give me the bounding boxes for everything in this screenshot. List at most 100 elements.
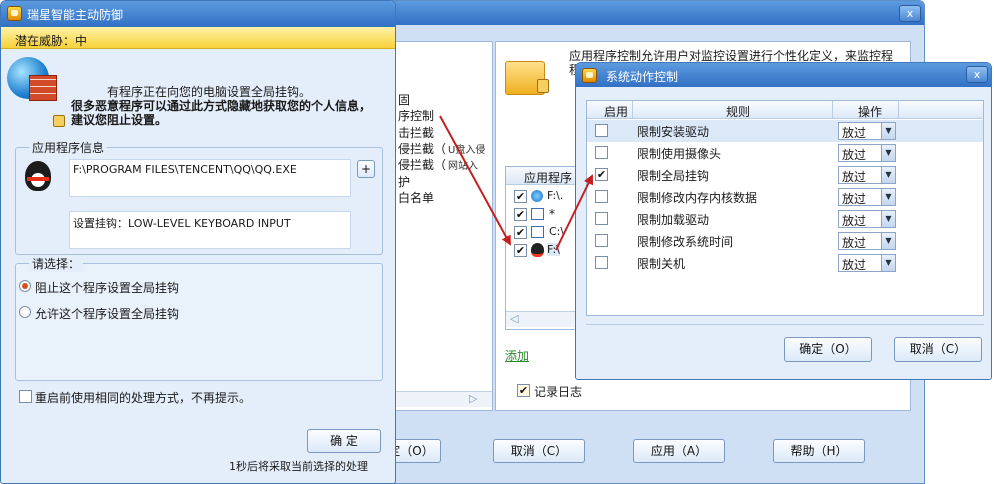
rule-row[interactable]: 限制关机 放过 ▼	[587, 252, 983, 274]
log-label: 记录日志	[534, 385, 583, 399]
tree-item-5[interactable]: 侵拦截（	[398, 156, 446, 173]
tree-hscrollbar[interactable]	[396, 391, 492, 407]
remember-label[interactable]: 重启前使用相同的处理方式，不再提示。	[35, 389, 251, 406]
app-row-1-checkbox[interactable]: ✔	[514, 190, 527, 203]
tree-item-3[interactable]: 击拦截	[398, 124, 434, 141]
allow-option-radio[interactable]	[19, 306, 31, 318]
scroll-left-icon[interactable]: ◁	[510, 312, 518, 325]
tree-item-1[interactable]: 固	[398, 91, 410, 108]
rule-enabled-checkbox[interactable]	[595, 124, 608, 137]
expand-button[interactable]: +	[357, 160, 375, 178]
tree-item-6[interactable]: 护	[398, 173, 410, 190]
program-path: F:\PROGRAM FILES\TENCENT\QQ\QQ.EXE	[73, 163, 297, 176]
tree-item-7[interactable]: 白名单	[398, 189, 434, 206]
main-titlebar	[381, 1, 924, 25]
rule-action-value: 放过	[842, 214, 867, 228]
block-option-radio[interactable]	[19, 280, 31, 292]
dropdown-arrow-icon[interactable]: ▼	[881, 255, 895, 271]
alert-window: 瑞星智能主动防御 潜在威胁：中 有程序正在向您的电脑设置全局挂钩。 很多恶意程序…	[0, 0, 396, 484]
rising-logo-icon	[7, 6, 22, 21]
rule-enabled-checkbox[interactable]	[595, 146, 608, 159]
alert-message-2: 很多恶意程序可以通过此方式隐藏地获取您的个人信息，建议您阻止设置。	[71, 99, 372, 127]
dialog-cancel-button[interactable]: 取消（C）	[894, 337, 982, 362]
col-enabled: 启用	[604, 105, 629, 119]
alert-title: 瑞星智能主动防御	[27, 8, 124, 22]
rule-name: 限制修改内存内核数据	[637, 191, 758, 205]
app-row-4-checkbox[interactable]: ✔	[514, 244, 527, 257]
dialog-divider	[586, 324, 984, 325]
col-action: 操作	[858, 105, 883, 119]
rule-enabled-checkbox[interactable]	[595, 212, 608, 225]
dialog-ok-button[interactable]: 确定（O）	[784, 337, 872, 362]
threat-level: 潜在威胁：中	[15, 34, 88, 48]
rule-action-value: 放过	[842, 148, 867, 162]
rule-action-select[interactable]: 放过 ▼	[838, 210, 896, 228]
rule-action-value: 放过	[842, 126, 867, 140]
add-link[interactable]: 添加	[505, 347, 529, 364]
rule-row[interactable]: 限制修改系统时间 放过 ▼	[587, 230, 983, 252]
header-divider	[898, 101, 899, 119]
rule-action-value: 放过	[842, 258, 867, 272]
main-apply-button[interactable]: 应用（A）	[633, 439, 725, 463]
rule-enabled-checkbox[interactable]	[595, 234, 608, 247]
rising-logo-icon	[582, 68, 597, 83]
dropdown-arrow-icon[interactable]: ▼	[881, 189, 895, 205]
rule-action-select[interactable]: 放过 ▼	[838, 254, 896, 272]
remember-checkbox[interactable]	[19, 390, 32, 403]
dropdown-arrow-icon[interactable]: ▼	[881, 211, 895, 227]
rule-name: 限制安装驱动	[637, 125, 710, 139]
dialog-titlebar: 系统动作控制	[576, 63, 991, 87]
app-row-4-path: F:\	[547, 243, 560, 256]
dropdown-arrow-icon[interactable]: ▼	[881, 167, 895, 183]
rule-name: 限制全局挂钩	[637, 169, 710, 183]
allow-option-label[interactable]: 允许这个程序设置全局挂钩	[35, 305, 179, 322]
tree-item-app-control[interactable]: 序控制	[398, 107, 435, 124]
rule-enabled-checkbox[interactable]: ✔	[595, 168, 608, 181]
header-divider	[832, 101, 833, 119]
rule-action-select[interactable]: 放过 ▼	[838, 232, 896, 250]
alert-ok-button[interactable]: 确 定	[307, 429, 381, 453]
countdown-text: 1秒后将采取当前选择的处理	[229, 460, 368, 473]
rule-name: 限制修改系统时间	[637, 235, 734, 249]
rule-action-value: 放过	[842, 192, 867, 206]
dropdown-arrow-icon[interactable]: ▼	[881, 123, 895, 139]
app-row-3-checkbox[interactable]: ✔	[514, 226, 527, 239]
tree-item-4[interactable]: 侵拦截（	[398, 140, 446, 157]
rule-row[interactable]: ✔ 限制全局挂钩 放过 ▼	[587, 164, 983, 186]
rule-action-select[interactable]: 放过 ▼	[838, 144, 896, 162]
window-icon	[531, 208, 544, 220]
ie-icon	[531, 190, 543, 202]
rule-action-value: 放过	[842, 236, 867, 250]
block-option-label[interactable]: 阻止这个程序设置全局挂钩	[35, 279, 179, 296]
qq-icon	[531, 243, 544, 257]
log-checkbox[interactable]: ✔	[517, 384, 530, 397]
system-action-dialog: 系统动作控制 x 启用 规则 操作 限制安装驱动 放过 ▼ 限制使用摄像头 放过 ▼ ✔ 限制…	[575, 62, 992, 380]
tree-item-4-suffix: U盘入侵	[448, 145, 486, 156]
brick-wall-icon	[29, 75, 57, 101]
rule-action-select[interactable]: 放过 ▼	[838, 166, 896, 184]
program-info-label: 应用程序信息	[29, 139, 108, 156]
window-icon	[531, 226, 544, 238]
tree-item-5-suffix: 网站入	[448, 161, 478, 172]
col-rule: 规则	[726, 105, 751, 119]
main-close-button[interactable]: x	[899, 5, 921, 22]
rule-enabled-checkbox[interactable]	[595, 256, 608, 269]
choose-label: 请选择：	[29, 255, 84, 272]
dialog-close-button[interactable]: x	[966, 66, 988, 83]
rule-row[interactable]: 限制安装驱动 放过 ▼	[587, 120, 983, 142]
rule-name: 限制关机	[637, 257, 686, 271]
rule-row[interactable]: 限制使用摄像头 放过 ▼	[587, 142, 983, 164]
scroll-right-icon[interactable]: ▷	[469, 392, 477, 405]
app-row-2-checkbox[interactable]: ✔	[514, 208, 527, 221]
dropdown-arrow-icon[interactable]: ▼	[881, 233, 895, 249]
rule-row[interactable]: 限制修改内存内核数据 放过 ▼	[587, 186, 983, 208]
main-help-button[interactable]: 帮助（H）	[773, 439, 865, 463]
dropdown-arrow-icon[interactable]: ▼	[881, 145, 895, 161]
rule-row[interactable]: 限制加载驱动 放过 ▼	[587, 208, 983, 230]
main-cancel-button[interactable]: 取消（C）	[493, 439, 585, 463]
hook-info: 设置挂钩：LOW-LEVEL KEYBOARD INPUT	[73, 217, 291, 230]
app-row-2-path: *	[549, 207, 555, 221]
rule-enabled-checkbox[interactable]	[595, 190, 608, 203]
rule-action-select[interactable]: 放过 ▼	[838, 188, 896, 206]
rule-action-select[interactable]: 放过 ▼	[838, 122, 896, 140]
